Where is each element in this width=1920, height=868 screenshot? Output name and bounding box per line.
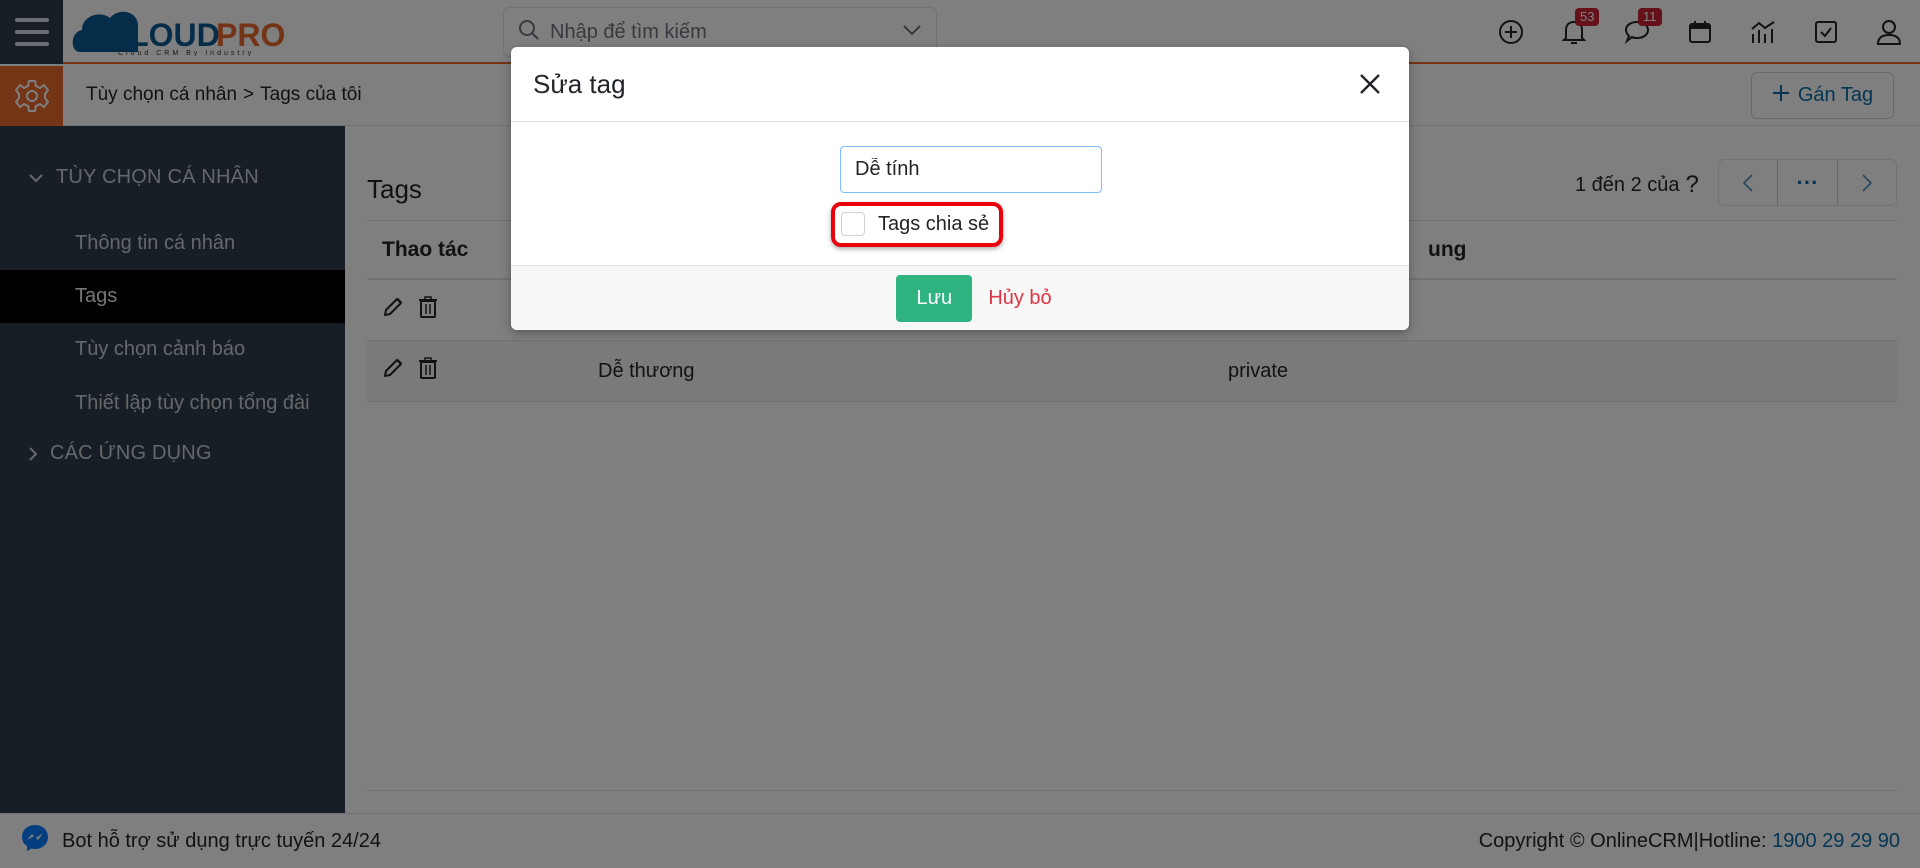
share-tag-label: Tags chia sẻ [878,212,990,235]
modal-footer: Lưu Hủy bỏ [511,265,1409,330]
edit-tag-modal: Sửa tag Tags chia sẻ Lưu Hủy bỏ [511,47,1409,330]
save-button[interactable]: Lưu [896,274,973,322]
close-icon [1360,74,1380,94]
tag-name-input[interactable] [840,146,1102,193]
modal-body: Tags chia sẻ [511,122,1409,265]
checkbox-box[interactable] [841,212,865,236]
modal-header: Sửa tag [511,47,1409,122]
cancel-button[interactable]: Hủy bỏ [988,287,1051,310]
modal-title: Sửa tag [533,68,626,99]
share-tag-checkbox[interactable]: Tags chia sẻ [841,212,989,236]
modal-close-button[interactable] [1353,67,1387,101]
